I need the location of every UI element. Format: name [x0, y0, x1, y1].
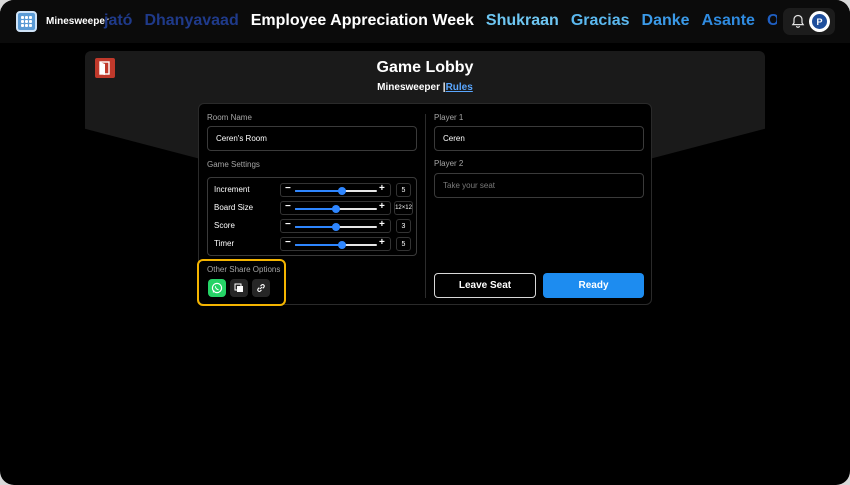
- header-actions: P: [783, 8, 835, 35]
- player-2-seat-field[interactable]: Take your seat: [434, 173, 644, 198]
- slider-knob[interactable]: [337, 241, 346, 249]
- setting-slider[interactable]: − +: [280, 183, 391, 197]
- decrement-button[interactable]: −: [285, 237, 291, 248]
- link-icon: [257, 284, 265, 292]
- setting-name: Score: [214, 221, 235, 230]
- copy-link-button[interactable]: [252, 279, 270, 297]
- slider-track[interactable]: [295, 223, 377, 231]
- lobby-card: Room Name Ceren's Room Game Settings Inc…: [197, 103, 652, 306]
- lobby-subtitle: Minesweeper |Rules: [0, 82, 850, 93]
- slider-fill: [295, 226, 336, 228]
- setting-row: Timer − +5: [208, 237, 418, 251]
- decrement-button[interactable]: −: [285, 183, 291, 194]
- copy-button[interactable]: [230, 279, 248, 297]
- marquee-word: Shukraan: [485, 12, 559, 29]
- column-divider: [425, 114, 426, 298]
- share-options-label: Other Share Options: [207, 265, 281, 274]
- setting-row: Board Size − +12×12: [208, 201, 418, 215]
- rules-link[interactable]: Rules: [446, 82, 473, 93]
- slider-fill: [295, 208, 336, 210]
- increment-button[interactable]: +: [379, 237, 385, 248]
- bell-icon[interactable]: [791, 14, 805, 29]
- slider-track[interactable]: [295, 205, 377, 213]
- setting-row: Score − +3: [208, 219, 418, 233]
- slider-track[interactable]: [295, 241, 377, 249]
- setting-name: Board Size: [214, 203, 254, 212]
- setting-name: Timer: [214, 239, 235, 248]
- setting-value: 5: [396, 183, 411, 197]
- marquee-word: Gracias: [570, 12, 630, 29]
- room-name-label: Room Name: [207, 113, 252, 122]
- minesweeper-logo-icon[interactable]: [16, 11, 37, 32]
- increment-button[interactable]: +: [379, 183, 385, 194]
- avatar-letter: P: [812, 14, 827, 29]
- whatsapp-share-button[interactable]: [208, 279, 226, 297]
- whatsapp-icon: [211, 282, 223, 294]
- setting-value: 12×12: [394, 201, 413, 215]
- game-settings-box: Increment − +5 Board Size − +12×12 Score − +3 Tim…: [207, 177, 417, 256]
- game-settings-label: Game Settings: [207, 160, 260, 169]
- decrement-button[interactable]: −: [285, 201, 291, 212]
- increment-button[interactable]: +: [379, 201, 385, 212]
- setting-slider[interactable]: − +: [280, 237, 391, 251]
- setting-slider[interactable]: − +: [280, 219, 391, 233]
- marquee-word: Employee Appreciation Week: [250, 12, 474, 29]
- slider-fill: [295, 244, 342, 246]
- decrement-button[interactable]: −: [285, 219, 291, 230]
- slider-fill: [295, 190, 342, 192]
- marquee-word: Ot: [766, 12, 777, 29]
- app-window: Minesweeper jató Dhanyavaad Employee Appre…: [0, 0, 850, 485]
- setting-value: 5: [396, 237, 411, 251]
- leave-seat-button[interactable]: Leave Seat: [434, 273, 536, 298]
- marquee-word: Dhanyavaad: [144, 12, 239, 29]
- avatar[interactable]: P: [809, 11, 830, 32]
- player-2-label: Player 2: [434, 159, 464, 168]
- copy-icon: [234, 283, 243, 292]
- setting-name: Increment: [214, 185, 250, 194]
- slider-track[interactable]: [295, 187, 377, 195]
- setting-value: 3: [396, 219, 411, 233]
- slider-knob[interactable]: [332, 223, 340, 231]
- setting-row: Increment − +5: [208, 183, 418, 197]
- setting-slider[interactable]: − +: [280, 201, 391, 215]
- ready-button[interactable]: Ready: [543, 273, 644, 298]
- marquee-word: Asante: [701, 12, 755, 29]
- app-name: Minesweeper: [46, 16, 109, 27]
- marquee-word: jató: [104, 12, 133, 29]
- increment-button[interactable]: +: [379, 219, 385, 230]
- game-name: Minesweeper: [377, 82, 440, 93]
- player-1-label: Player 1: [434, 113, 464, 122]
- player-1-field[interactable]: Ceren: [434, 126, 644, 151]
- page-title: Game Lobby: [376, 59, 474, 76]
- slider-knob[interactable]: [332, 205, 340, 213]
- room-name-field[interactable]: Ceren's Room: [207, 126, 417, 151]
- slider-knob[interactable]: [337, 187, 346, 195]
- top-bar: Minesweeper jató Dhanyavaad Employee Appre…: [0, 0, 850, 43]
- appreciation-marquee: jató Dhanyavaad Employee Appreciation Week…: [103, 0, 777, 43]
- marquee-word: Danke: [641, 12, 690, 29]
